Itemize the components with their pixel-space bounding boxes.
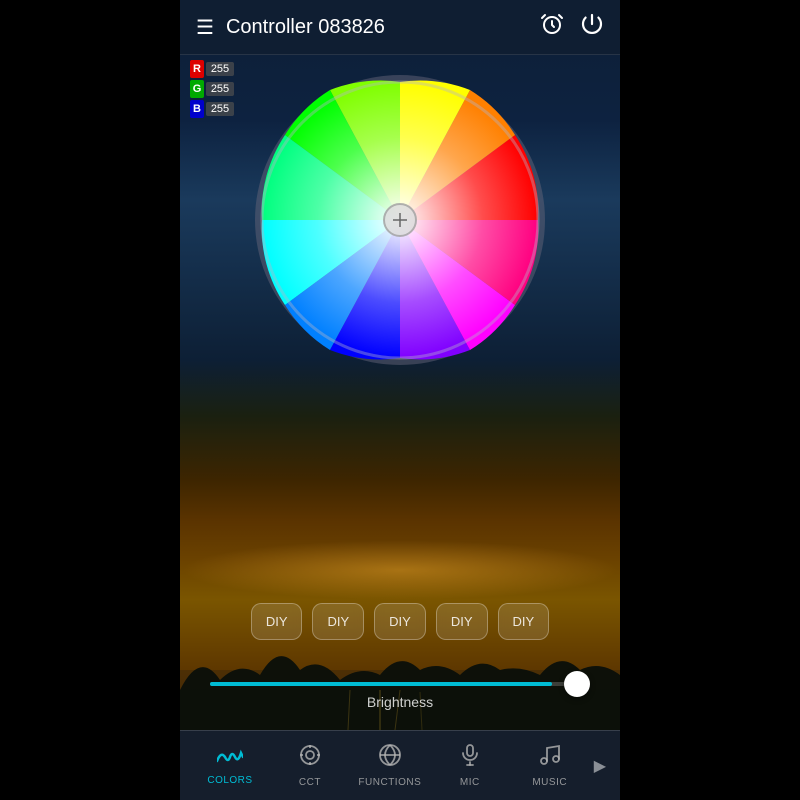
nav-item-music[interactable]: MUSIC [510, 735, 590, 796]
alarm-icon[interactable] [540, 12, 564, 42]
music-icon [538, 743, 562, 773]
diy-button-5[interactable]: DIY [498, 603, 550, 640]
b-label: B [190, 100, 204, 118]
b-row: B 255 [190, 100, 234, 118]
menu-icon[interactable]: ☰ [196, 15, 214, 40]
b-value: 255 [206, 102, 234, 116]
cct-icon [298, 743, 322, 773]
r-label: R [190, 60, 204, 78]
g-label: G [190, 80, 204, 98]
header-title: Controller 083826 [226, 16, 524, 39]
header: ☰ Controller 083826 [180, 0, 620, 55]
power-icon[interactable] [580, 12, 604, 42]
brightness-slider-thumb[interactable] [564, 671, 590, 697]
nav-arrow[interactable]: ▶ [590, 756, 610, 776]
functions-icon [378, 743, 402, 773]
nav-item-cct[interactable]: CCT [270, 735, 350, 796]
brightness-label: Brightness [210, 694, 590, 710]
colors-icon [217, 745, 243, 771]
brightness-section: Brightness [180, 682, 620, 710]
rgb-display: R 255 G 255 B 255 [190, 60, 234, 118]
bottom-nav: COLORS CCT [180, 730, 620, 800]
g-value: 255 [206, 82, 234, 96]
functions-label: FUNCTIONS [358, 777, 421, 788]
brightness-slider-fill [210, 682, 552, 686]
mic-icon [458, 743, 482, 773]
mic-label: MIC [460, 777, 480, 788]
diy-button-2[interactable]: DIY [312, 603, 364, 640]
diy-button-3[interactable]: DIY [374, 603, 426, 640]
horizon-glow [180, 540, 620, 600]
r-value: 255 [206, 62, 234, 76]
g-row: G 255 [190, 80, 234, 98]
diy-buttons-row: DIY DIY DIY DIY DIY [180, 603, 620, 640]
r-row: R 255 [190, 60, 234, 78]
cct-label: CCT [299, 777, 321, 788]
phone-frame: ☰ Controller 083826 R 255 G 255 [180, 0, 620, 800]
nav-item-functions[interactable]: FUNCTIONS [350, 735, 430, 796]
colors-label: COLORS [207, 775, 252, 786]
nav-item-colors[interactable]: COLORS [190, 737, 270, 794]
diy-button-4[interactable]: DIY [436, 603, 488, 640]
nav-item-mic[interactable]: MIC [430, 735, 510, 796]
brightness-slider-track[interactable] [210, 682, 590, 686]
diy-button-1[interactable]: DIY [251, 603, 303, 640]
color-wheel-svg[interactable] [250, 70, 550, 370]
color-wheel-container[interactable] [250, 70, 550, 370]
music-label: MUSIC [532, 777, 567, 788]
